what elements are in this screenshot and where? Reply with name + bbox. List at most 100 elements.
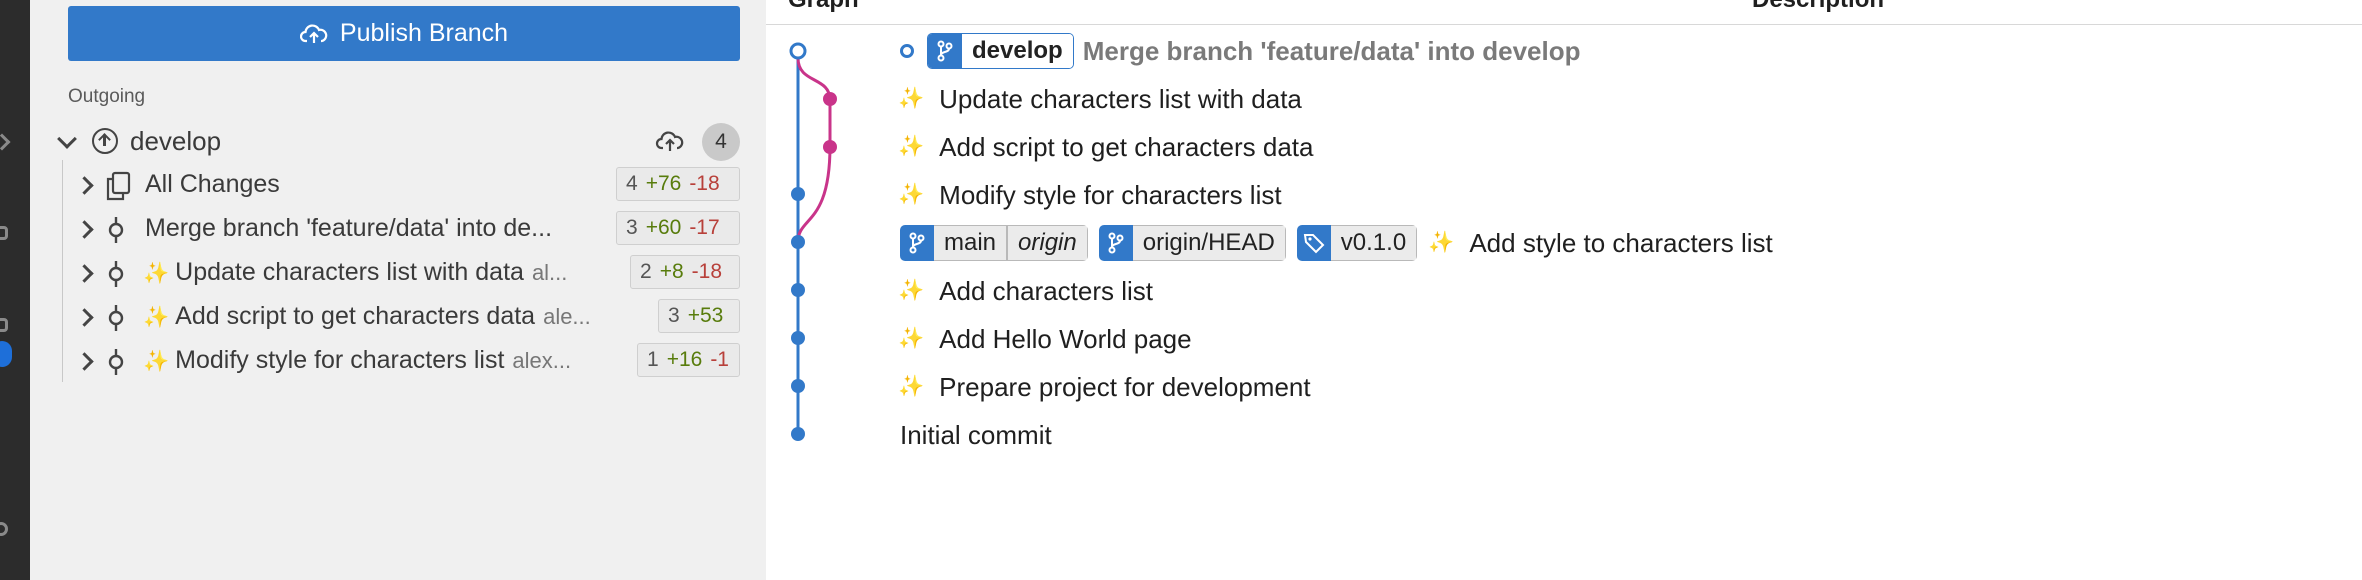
branch-pill-develop[interactable]: develop bbox=[927, 33, 1074, 69]
deletions-count: -18 bbox=[691, 260, 722, 283]
git-commit-icon bbox=[108, 349, 124, 375]
commit-node bbox=[823, 140, 837, 154]
additions-count: +8 bbox=[659, 260, 684, 283]
chevron-right-icon[interactable] bbox=[75, 264, 94, 283]
git-commit-icon bbox=[108, 217, 124, 243]
git-branch-icon bbox=[900, 225, 934, 261]
chevron-right-icon[interactable] bbox=[0, 133, 11, 151]
cloud-upload-icon[interactable] bbox=[655, 128, 685, 154]
list-item-label: ✨ Update characters list with data al... bbox=[143, 258, 567, 287]
sparkles-icon: ✨ bbox=[898, 375, 925, 398]
description-column-header[interactable]: Description bbox=[1752, 0, 1884, 14]
outgoing-branch-name: develop bbox=[130, 126, 222, 156]
commit-node bbox=[791, 235, 805, 249]
commit-row[interactable]: ✨ Modify style for characters list alex...… bbox=[30, 341, 766, 381]
commit-message: Modify style for characters list bbox=[939, 179, 1282, 210]
change-stats: 1 +16 -1 bbox=[637, 343, 740, 377]
commit-row[interactable]: ✨ Add Hello World page bbox=[898, 319, 1192, 359]
extensions-icon[interactable] bbox=[0, 318, 8, 332]
all-changes-row[interactable]: All Changes 4 +76 -18 bbox=[30, 165, 766, 205]
commit-author: ale... bbox=[543, 304, 591, 329]
branch-name: origin/HEAD bbox=[1132, 225, 1286, 261]
commit-author: alex... bbox=[512, 348, 572, 373]
chevron-down-icon[interactable] bbox=[57, 129, 77, 149]
commit-message: Update characters list with data bbox=[939, 83, 1302, 114]
commit-row[interactable]: ✨ Prepare project for development bbox=[898, 367, 1311, 407]
commit-row[interactable]: ✨ Modify style for characters list bbox=[898, 175, 1282, 215]
list-item-label: Merge branch 'feature/data' into de... bbox=[145, 214, 552, 243]
file-count: 3 bbox=[668, 304, 680, 327]
sparkles-icon: ✨ bbox=[143, 350, 170, 373]
chevron-right-icon[interactable] bbox=[75, 220, 94, 239]
sparkles-icon: ✨ bbox=[898, 327, 925, 350]
commit-message: Add script to get characters data bbox=[175, 302, 536, 330]
additions-count: +53 bbox=[687, 304, 724, 327]
source-control-panel: Publish Branch Outgoing develop 4 All Ch… bbox=[30, 0, 766, 580]
sparkles-icon: ✨ bbox=[898, 135, 925, 158]
publish-branch-label: Publish Branch bbox=[339, 19, 509, 47]
commit-row[interactable]: ✨ Add script to get characters data bbox=[898, 127, 1313, 167]
list-item-label: All Changes bbox=[145, 170, 280, 198]
commit-message: Add style to characters list bbox=[1469, 227, 1773, 258]
chevron-right-icon[interactable] bbox=[75, 176, 94, 195]
deletions-count: -18 bbox=[689, 172, 720, 195]
file-count: 2 bbox=[640, 260, 652, 283]
git-commit-icon bbox=[108, 305, 124, 331]
publish-branch-button[interactable]: Publish Branch bbox=[68, 6, 740, 61]
deletions-count: -1 bbox=[710, 348, 729, 371]
commit-row[interactable]: Initial commit bbox=[900, 415, 1052, 455]
commit-node bbox=[791, 427, 805, 441]
commit-message: Add characters list bbox=[939, 275, 1154, 306]
git-branch-icon bbox=[1098, 225, 1133, 261]
commit-message: Merge branch 'feature/data' into develop bbox=[1082, 35, 1581, 66]
tag-icon bbox=[1296, 225, 1331, 261]
commit-message: Merge branch 'feature/data' into de... bbox=[145, 214, 553, 242]
additions-count: +76 bbox=[645, 172, 682, 195]
chevron-right-icon[interactable] bbox=[75, 308, 94, 327]
commit-node-head bbox=[789, 42, 807, 60]
chevron-right-icon[interactable] bbox=[75, 352, 94, 371]
commit-row-head[interactable]: develop Merge branch 'feature/data' into… bbox=[900, 31, 1581, 71]
outgoing-count-badge: 4 bbox=[702, 123, 740, 161]
sparkles-icon: ✨ bbox=[898, 279, 925, 302]
commit-author: al... bbox=[531, 260, 568, 285]
file-count: 4 bbox=[626, 172, 638, 195]
sparkles-icon: ✨ bbox=[1428, 231, 1455, 254]
account-icon[interactable] bbox=[0, 522, 8, 536]
branch-pill-origin-head[interactable]: origin/HEAD bbox=[1098, 225, 1286, 261]
source-control-icon[interactable] bbox=[0, 226, 8, 240]
cloud-upload-icon bbox=[299, 23, 328, 43]
commit-message: Add Hello World page bbox=[939, 323, 1192, 354]
arrow-up-circle-icon bbox=[92, 128, 118, 154]
sparkles-icon: ✨ bbox=[143, 262, 170, 285]
commit-message: Prepare project for development bbox=[939, 371, 1311, 402]
change-stats: 2 +8 -18 bbox=[630, 255, 740, 289]
additions-count: +16 bbox=[666, 348, 703, 371]
outgoing-branch-row[interactable]: develop 4 bbox=[30, 120, 766, 161]
header-divider bbox=[766, 24, 2362, 25]
tag-pill-v0-1-0[interactable]: v0.1.0 bbox=[1296, 225, 1418, 261]
commit-message: Initial commit bbox=[900, 419, 1052, 450]
remote-name: origin bbox=[1007, 225, 1088, 261]
commit-node bbox=[791, 283, 805, 297]
sparkles-icon: ✨ bbox=[898, 183, 925, 206]
change-stats: 4 +76 -18 bbox=[616, 167, 740, 201]
commit-message: Modify style for characters list bbox=[175, 346, 505, 374]
tag-name: v0.1.0 bbox=[1330, 225, 1418, 261]
commit-row[interactable]: ✨ Update characters list with data al... 2… bbox=[30, 253, 766, 293]
commit-row[interactable]: ✨ Update characters list with data bbox=[898, 79, 1302, 119]
branch-name: main bbox=[934, 225, 1008, 261]
change-stats: 3 +53 bbox=[658, 299, 740, 333]
deletions-count: -17 bbox=[689, 216, 720, 239]
git-branch-icon bbox=[928, 34, 962, 68]
commit-row[interactable]: ✨ Add characters list bbox=[898, 271, 1153, 311]
commit-row[interactable]: main origin origin/HEAD v0.1.0 ✨ Add sty… bbox=[900, 223, 1773, 263]
commit-row[interactable]: ✨ Add script to get characters data ale...… bbox=[30, 297, 766, 337]
commit-node bbox=[823, 92, 837, 106]
commit-node bbox=[791, 379, 805, 393]
commit-node bbox=[791, 187, 805, 201]
branch-pill-main[interactable]: main origin bbox=[900, 225, 1088, 261]
commit-row[interactable]: Merge branch 'feature/data' into de... 3… bbox=[30, 209, 766, 249]
list-item-label: ✨ Add script to get characters data ale... bbox=[143, 302, 591, 331]
outgoing-section-label: Outgoing bbox=[68, 86, 146, 107]
